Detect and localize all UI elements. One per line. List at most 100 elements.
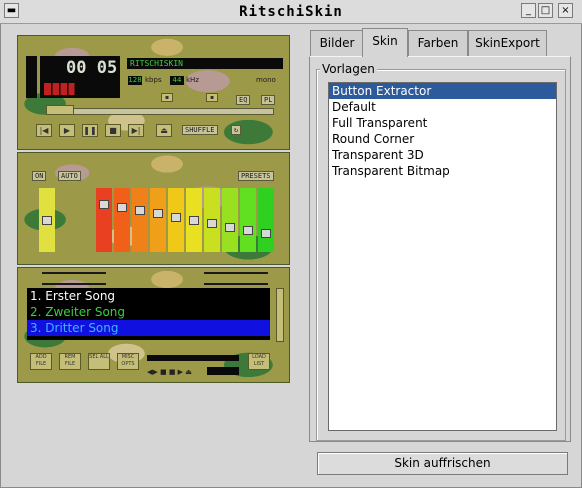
eq-band-slider[interactable] bbox=[132, 188, 148, 252]
eq-auto-button[interactable]: AUTO bbox=[58, 171, 81, 181]
eq-band-slider[interactable] bbox=[96, 188, 112, 252]
eq-band-knob[interactable] bbox=[171, 213, 181, 222]
track-title: RITSCHISKIN bbox=[130, 59, 183, 68]
eq-presets-button[interactable]: PRESETS bbox=[238, 171, 274, 181]
eq-toggle-button[interactable]: EQ bbox=[236, 95, 251, 105]
seek-bar[interactable] bbox=[46, 108, 274, 115]
shuffle-button[interactable]: SHUFFLE bbox=[182, 125, 218, 135]
close-button[interactable]: × bbox=[558, 3, 573, 18]
minimize-button[interactable]: _ bbox=[521, 3, 536, 18]
next-button[interactable]: ▶| bbox=[128, 124, 144, 137]
eject-icon: ⏏ bbox=[160, 126, 168, 135]
playlist-misc-options-button[interactable]: MISC OPTS bbox=[117, 353, 139, 370]
mono-stereo-indicator: mono bbox=[256, 76, 276, 84]
eq-band-knob[interactable] bbox=[207, 219, 217, 228]
vorlagen-item-round-corner[interactable]: Round Corner bbox=[329, 131, 556, 147]
tab-skin[interactable]: Skin bbox=[362, 28, 408, 57]
vorlagen-item-default[interactable]: Default bbox=[329, 99, 556, 115]
volume-slider-knob[interactable]: ▪ bbox=[161, 93, 173, 102]
track-title-display: RITSCHISKIN bbox=[127, 58, 283, 69]
playlist-title-left-decor bbox=[42, 272, 106, 285]
prev-button[interactable]: |◀ bbox=[36, 124, 52, 137]
playlist-toggle-button[interactable]: PL bbox=[261, 95, 276, 105]
eq-band-slider[interactable] bbox=[204, 188, 220, 252]
stop-icon: ■ bbox=[109, 126, 117, 135]
playlist-song-1[interactable]: 1. Erster Song bbox=[27, 288, 270, 304]
tab-skin-label: Skin bbox=[372, 34, 398, 48]
tab-bilder[interactable]: Bilder bbox=[310, 30, 364, 56]
tab-farben[interactable]: Farben bbox=[408, 30, 468, 56]
eq-band-slider[interactable] bbox=[114, 188, 130, 252]
time-display: 00 05 bbox=[40, 56, 120, 98]
playlist-mini-controls[interactable]: ◀▶ ■ ■ ▶ ⏏ bbox=[147, 368, 207, 376]
eq-band-knob[interactable] bbox=[261, 229, 271, 238]
window-titlebar: ▬ RitschiSkin _ □ × bbox=[0, 0, 582, 24]
eq-band-slider[interactable] bbox=[186, 188, 202, 252]
kbps-display: 128 bbox=[128, 76, 142, 85]
tab-skinexport[interactable]: SkinExport bbox=[468, 30, 547, 56]
prev-icon: |◀ bbox=[39, 126, 49, 135]
tab-bilder-label: Bilder bbox=[319, 36, 355, 50]
playlist-add-file-button[interactable]: ADD FILE bbox=[30, 353, 52, 370]
playlist-remove-file-button[interactable]: REM FILE bbox=[59, 353, 81, 370]
tab-farben-label: Farben bbox=[417, 36, 459, 50]
playlist-load-list-button[interactable]: LOAD LIST bbox=[248, 353, 270, 370]
eq-preamp-slider[interactable] bbox=[39, 188, 55, 252]
eq-band-knob[interactable] bbox=[153, 209, 163, 218]
playlist-title-right-decor bbox=[204, 272, 268, 285]
minimize-icon: _ bbox=[526, 5, 531, 16]
repeat-button[interactable]: ↻ bbox=[231, 125, 242, 135]
spectrum-analyzer bbox=[44, 83, 82, 95]
player-main-window: 00 05 RITSCHISKIN 128 kbps 44 kHz mono ▪… bbox=[17, 35, 290, 150]
stop-button[interactable]: ■ bbox=[105, 124, 121, 137]
eq-band-slider[interactable] bbox=[168, 188, 184, 252]
vorlagen-title: Vorlagen bbox=[320, 62, 377, 76]
eq-band-knob[interactable] bbox=[117, 203, 127, 212]
time-readout: 00 05 bbox=[66, 58, 118, 78]
close-icon: × bbox=[561, 5, 570, 16]
pause-button[interactable]: ❚❚ bbox=[82, 124, 98, 137]
kbps-label: kbps bbox=[145, 76, 162, 84]
eject-button[interactable]: ⏏ bbox=[156, 124, 172, 137]
playlist-song-2[interactable]: 2. Zweiter Song bbox=[27, 304, 270, 320]
khz-value: 44 bbox=[172, 76, 182, 84]
player-side-bar bbox=[26, 56, 37, 98]
play-icon: ▶ bbox=[63, 126, 71, 135]
vorlagen-item-transparent-3d[interactable]: Transparent 3D bbox=[329, 147, 556, 163]
khz-label: kHz bbox=[186, 76, 199, 84]
playlist-mini-time bbox=[207, 367, 239, 375]
equalizer-window: ON AUTO PRESETS bbox=[17, 152, 290, 265]
pause-icon: ❚❚ bbox=[83, 126, 97, 135]
eq-band-knob[interactable] bbox=[243, 226, 253, 235]
khz-display: 44 bbox=[170, 76, 184, 85]
play-button[interactable]: ▶ bbox=[59, 124, 75, 137]
eq-band-slider[interactable] bbox=[240, 188, 256, 252]
eq-band-slider[interactable] bbox=[258, 188, 274, 252]
eq-band-knob[interactable] bbox=[189, 216, 199, 225]
playlist-select-all-button[interactable]: SEL ALL bbox=[88, 353, 110, 370]
eq-band-knob[interactable] bbox=[99, 200, 109, 209]
skin-preview: 00 05 RITSCHISKIN 128 kbps 44 kHz mono ▪… bbox=[17, 35, 290, 383]
kbps-value: 128 bbox=[128, 76, 142, 84]
vorlagen-list[interactable]: Button Extractor Default Full Transparen… bbox=[328, 82, 557, 431]
next-icon: ▶| bbox=[131, 126, 141, 135]
skin-refresh-button[interactable]: Skin auffrischen bbox=[317, 452, 568, 475]
eq-preamp-knob[interactable] bbox=[42, 216, 52, 225]
vorlagen-item-button-extractor[interactable]: Button Extractor bbox=[329, 83, 556, 99]
eq-band-slider[interactable] bbox=[222, 188, 238, 252]
repeat-icon: ↻ bbox=[234, 126, 239, 134]
maximize-button[interactable]: □ bbox=[538, 3, 553, 18]
window-title: RitschiSkin bbox=[239, 4, 343, 20]
eq-on-button[interactable]: ON bbox=[32, 171, 47, 181]
eq-band-knob[interactable] bbox=[225, 223, 235, 232]
vorlagen-item-full-transparent[interactable]: Full Transparent bbox=[329, 115, 556, 131]
balance-slider-knob[interactable]: ▪ bbox=[206, 93, 218, 102]
eq-band-knob[interactable] bbox=[135, 206, 145, 215]
playlist-song-3[interactable]: 3. Dritter Song bbox=[27, 320, 270, 336]
maximize-icon: □ bbox=[540, 5, 551, 16]
seek-bar-knob[interactable] bbox=[46, 105, 74, 115]
playlist-mini-display bbox=[147, 355, 239, 361]
eq-band-slider[interactable] bbox=[150, 188, 166, 252]
vorlagen-item-transparent-bitmap[interactable]: Transparent Bitmap bbox=[329, 163, 556, 179]
playlist-scrollbar[interactable] bbox=[276, 288, 284, 342]
